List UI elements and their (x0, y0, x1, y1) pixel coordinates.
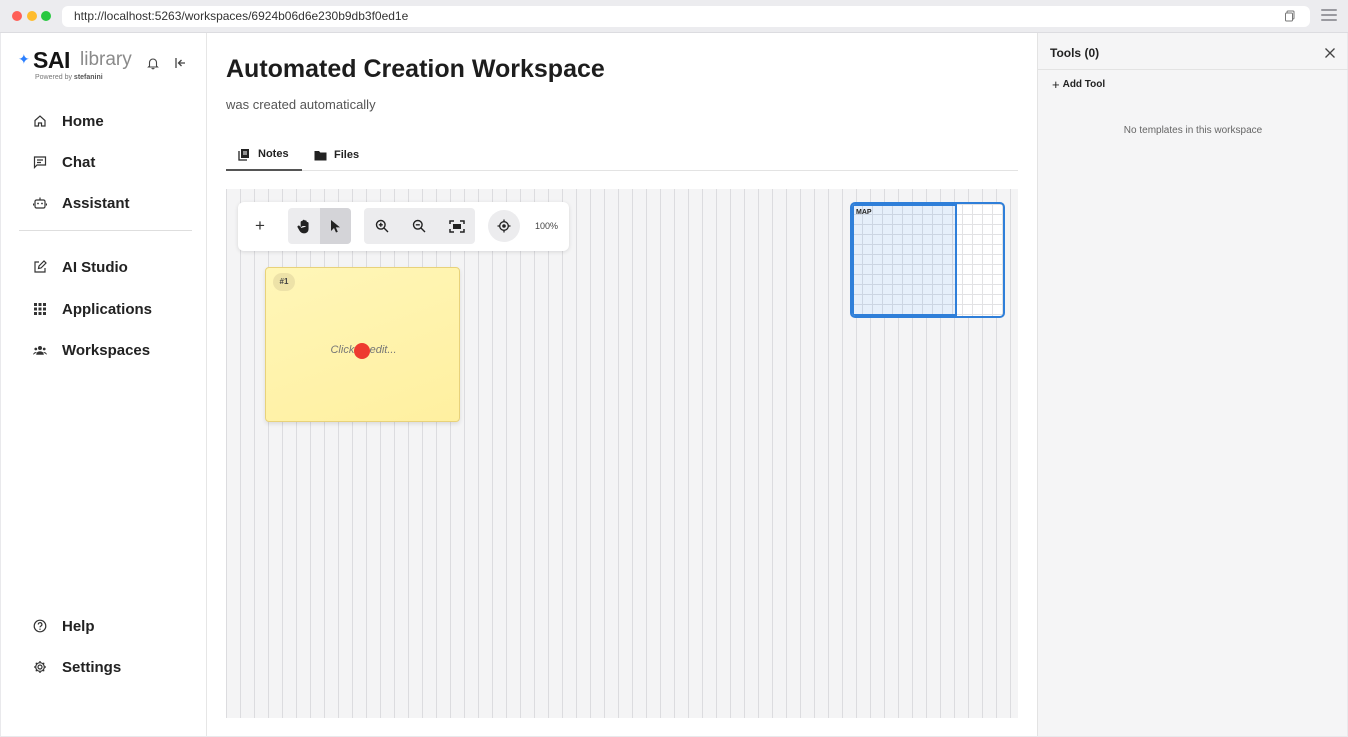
chat-icon (33, 155, 47, 169)
tools-panel-title: Tools (0) (1050, 46, 1100, 60)
window-maximize-dot[interactable] (41, 11, 51, 21)
sidebar-item-chat[interactable]: Chat (33, 150, 95, 174)
edit-icon (33, 260, 47, 274)
gear-icon (33, 660, 47, 674)
help-icon (33, 619, 47, 633)
add-tool-label: Add Tool (1062, 79, 1106, 90)
company-name: stefanini (73, 74, 103, 81)
logo-brand: SAI (33, 47, 70, 73)
pan-tool-button[interactable] (288, 208, 320, 244)
sidebar-item-home[interactable]: Home (33, 109, 104, 133)
pointer-icon (331, 220, 340, 233)
zoom-in-icon (375, 219, 389, 233)
zoom-out-icon (412, 219, 426, 233)
cursor-indicator (354, 343, 370, 359)
robot-icon (33, 196, 47, 210)
crosshair-icon (497, 219, 511, 233)
sidebar-item-settings[interactable]: Settings (33, 655, 121, 679)
select-tool-button[interactable] (320, 208, 351, 244)
zoom-in-button[interactable] (364, 208, 400, 244)
tab-files[interactable]: Files (314, 139, 359, 171)
minimap-label: MAP (856, 209, 872, 216)
minimap[interactable]: MAP (850, 202, 1005, 318)
powered-by-text: Powered by (35, 74, 72, 81)
tools-panel: Tools (0) + Add Tool No templates in thi… (1037, 33, 1348, 736)
grid-icon (33, 302, 47, 316)
note-number-badge: #1 (273, 273, 295, 291)
tab-label: Files (334, 149, 360, 161)
main-content: Automated Creation Workspace was created… (208, 33, 1036, 736)
home-icon (33, 114, 47, 128)
address-bar[interactable]: http://localhost:5263/workspaces/6924b06… (62, 6, 1310, 27)
sidebar-item-help[interactable]: Help (33, 614, 95, 638)
people-icon (33, 343, 47, 357)
tab-label: Notes (258, 148, 289, 160)
sidebar: ✦ SAI library Powered by stefanini Home … (1, 33, 207, 736)
sidebar-item-label: Workspaces (62, 341, 151, 359)
url-text: http://localhost:5263/workspaces/6924b06… (74, 9, 409, 23)
hand-icon (297, 219, 309, 233)
app-window: ✦ SAI library Powered by stefanini Home … (1, 33, 1348, 736)
sidebar-item-label: Help (62, 617, 95, 635)
sidebar-item-label: Home (62, 112, 104, 130)
sidebar-item-workspaces[interactable]: Workspaces (33, 338, 150, 362)
sidebar-item-label: AI Studio (62, 258, 128, 276)
page-description: was created automatically (226, 97, 376, 112)
close-icon[interactable] (1324, 47, 1336, 59)
sidebar-item-applications[interactable]: Applications (33, 297, 152, 321)
fit-screen-icon (448, 219, 465, 233)
zoom-level: 100% (535, 221, 559, 231)
notes-icon (238, 148, 249, 161)
minimap-viewport[interactable] (852, 204, 957, 316)
sparkle-icon: ✦ (18, 51, 30, 67)
browser-toolbar: http://localhost:5263/workspaces/6924b06… (0, 0, 1348, 33)
recenter-button[interactable] (488, 210, 520, 242)
browser-menu-icon[interactable] (1321, 9, 1337, 23)
logo-powered-by: Powered by stefanini (35, 74, 103, 81)
sidebar-item-label: Chat (62, 153, 96, 171)
notes-canvas[interactable]: + 100% #1 Click edit... MAP (226, 189, 1018, 718)
sidebar-divider (19, 230, 192, 231)
sidebar-item-label: Settings (62, 658, 122, 676)
logo-product: library (80, 49, 132, 70)
sidebar-item-label: Applications (62, 300, 153, 318)
folder-icon (314, 150, 327, 160)
fit-view-button[interactable] (438, 208, 475, 244)
canvas-toolbar: + 100% (238, 202, 569, 251)
tab-notes[interactable]: Notes (226, 139, 302, 171)
window-minimize-dot[interactable] (27, 11, 37, 21)
plus-icon: + (1052, 77, 1060, 92)
sidebar-item-assistant[interactable]: Assistant (33, 191, 130, 215)
bell-icon[interactable] (146, 56, 160, 70)
empty-state-message: No templates in this workspace (1123, 125, 1263, 136)
tab-bar: Notes Files (226, 139, 1018, 171)
collapse-sidebar-icon[interactable] (174, 56, 188, 70)
sidebar-item-ai-studio[interactable]: AI Studio (33, 255, 128, 279)
add-note-button[interactable]: + (248, 208, 272, 244)
window-close-dot[interactable] (12, 11, 22, 21)
tools-panel-header: Tools (0) (1038, 33, 1348, 70)
zoom-out-button[interactable] (401, 208, 437, 244)
page-title: Automated Creation Workspace (226, 55, 605, 83)
add-tool-button[interactable]: + Add Tool (1052, 77, 1105, 92)
sidebar-item-label: Assistant (62, 194, 130, 212)
copy-icon[interactable] (1284, 10, 1296, 22)
